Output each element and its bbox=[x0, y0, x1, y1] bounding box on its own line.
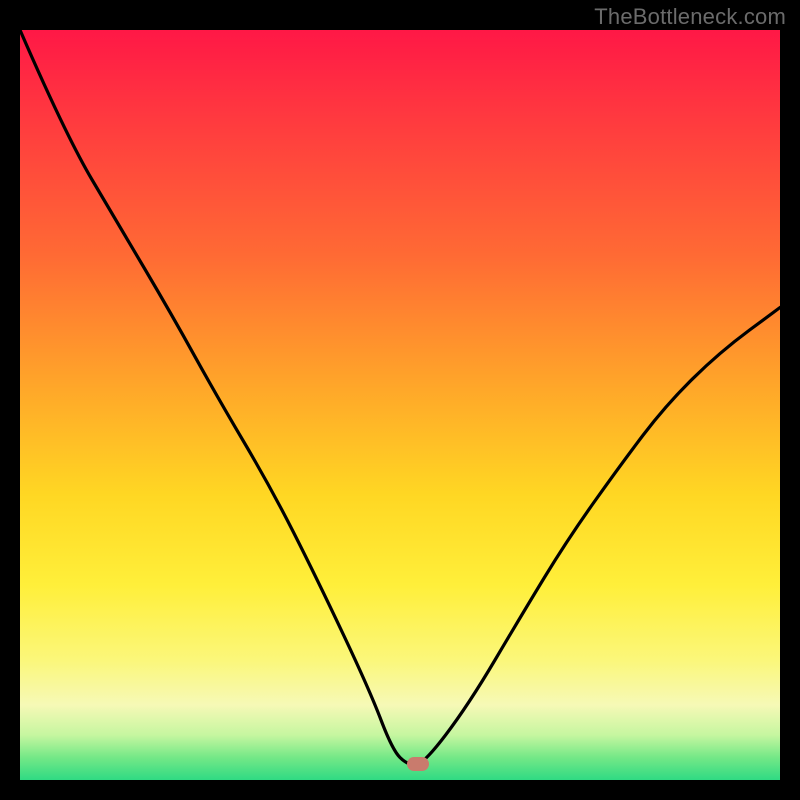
bottleneck-curve bbox=[20, 30, 780, 780]
curve-path bbox=[20, 30, 780, 765]
chart-frame: TheBottleneck.com bbox=[0, 0, 800, 800]
watermark-text: TheBottleneck.com bbox=[594, 4, 786, 30]
optimal-point-marker bbox=[407, 757, 429, 771]
